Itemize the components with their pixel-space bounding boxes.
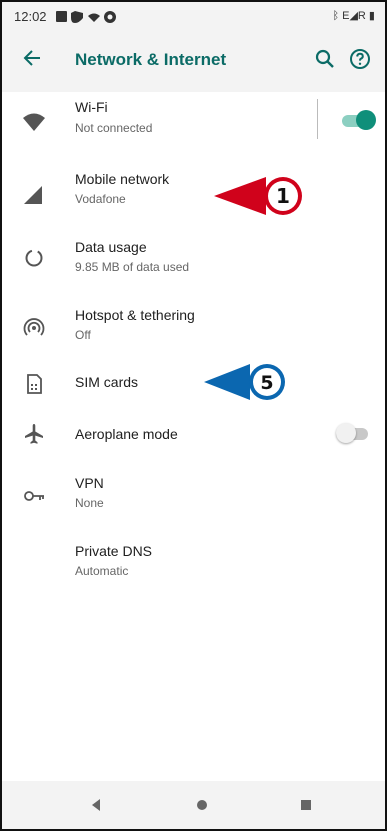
help-icon[interactable] bbox=[348, 47, 372, 71]
callout-1-number: 1 bbox=[276, 184, 290, 208]
navigation-bar bbox=[2, 781, 385, 829]
nav-recents-icon[interactable] bbox=[294, 793, 318, 817]
mobile-network-status: Vodafone bbox=[75, 192, 126, 206]
signal-icon bbox=[24, 186, 42, 204]
nav-back-icon[interactable] bbox=[84, 793, 108, 817]
back-arrow-icon[interactable] bbox=[22, 48, 42, 74]
aeroplane-mode-label: Aeroplane mode bbox=[75, 426, 178, 442]
mobile-network-label: Mobile network bbox=[75, 171, 170, 187]
wifi-toggle[interactable] bbox=[342, 110, 378, 130]
aeroplane-icon bbox=[25, 424, 43, 444]
data-usage-setting[interactable]: Data usage 9.85 MB of data used bbox=[2, 234, 385, 284]
vpn-status: None bbox=[75, 496, 104, 510]
wifi-icon bbox=[23, 113, 45, 131]
status-bar: 12:02 ᛒ E◢R ▮ bbox=[2, 2, 385, 32]
page-title: Network & Internet bbox=[75, 50, 227, 69]
callout-5-number: 5 bbox=[260, 372, 273, 394]
sim-card-icon bbox=[27, 374, 42, 394]
wifi-label: Wi-Fi bbox=[75, 99, 108, 115]
status-notification-icons bbox=[56, 10, 116, 27]
sim-cards-label: SIM cards bbox=[75, 374, 139, 390]
hotspot-label: Hotspot & tethering bbox=[75, 307, 195, 323]
status-time: 12:02 bbox=[14, 9, 47, 24]
callout-5-arrow: 5 bbox=[204, 364, 285, 400]
mobile-network-setting[interactable]: Mobile network Vodafone bbox=[2, 166, 385, 216]
wifi-divider bbox=[317, 99, 318, 139]
wifi-status: Not connected bbox=[75, 121, 153, 135]
wifi-setting[interactable]: Wi-Fi Not connected bbox=[2, 96, 385, 146]
vpn-key-icon bbox=[24, 491, 44, 501]
private-dns-status: Automatic bbox=[75, 564, 129, 578]
notification-icons bbox=[56, 11, 116, 23]
private-dns-label: Private DNS bbox=[75, 543, 153, 559]
search-icon[interactable] bbox=[314, 48, 336, 70]
vpn-setting[interactable]: VPN None bbox=[2, 470, 385, 518]
data-usage-amount: 9.85 MB of data used bbox=[75, 260, 190, 274]
hotspot-setting[interactable]: Hotspot & tethering Off bbox=[2, 302, 385, 352]
aeroplane-mode-setting[interactable]: Aeroplane mode bbox=[2, 416, 385, 452]
nav-home-icon[interactable] bbox=[190, 793, 214, 817]
vpn-label: VPN bbox=[75, 475, 104, 491]
sim-cards-setting[interactable]: SIM cards bbox=[2, 364, 385, 404]
app-bar: Network & Internet bbox=[2, 32, 385, 92]
phone-screen: 12:02 ᛒ E◢R ▮ Network & Internet Wi-Fi N… bbox=[0, 0, 387, 831]
private-dns-setting[interactable]: Private DNS Automatic bbox=[2, 538, 385, 586]
hotspot-icon bbox=[23, 318, 45, 336]
data-usage-label: Data usage bbox=[75, 239, 147, 255]
aeroplane-toggle[interactable] bbox=[336, 423, 372, 443]
callout-1-arrow: 1 bbox=[214, 177, 302, 215]
hotspot-status: Off bbox=[75, 328, 91, 342]
aeroplane-toggle-knob bbox=[336, 423, 356, 443]
data-usage-icon bbox=[25, 249, 43, 267]
wifi-toggle-knob bbox=[356, 110, 376, 130]
status-system-icons: ᛒ E◢R ▮ bbox=[332, 10, 375, 22]
